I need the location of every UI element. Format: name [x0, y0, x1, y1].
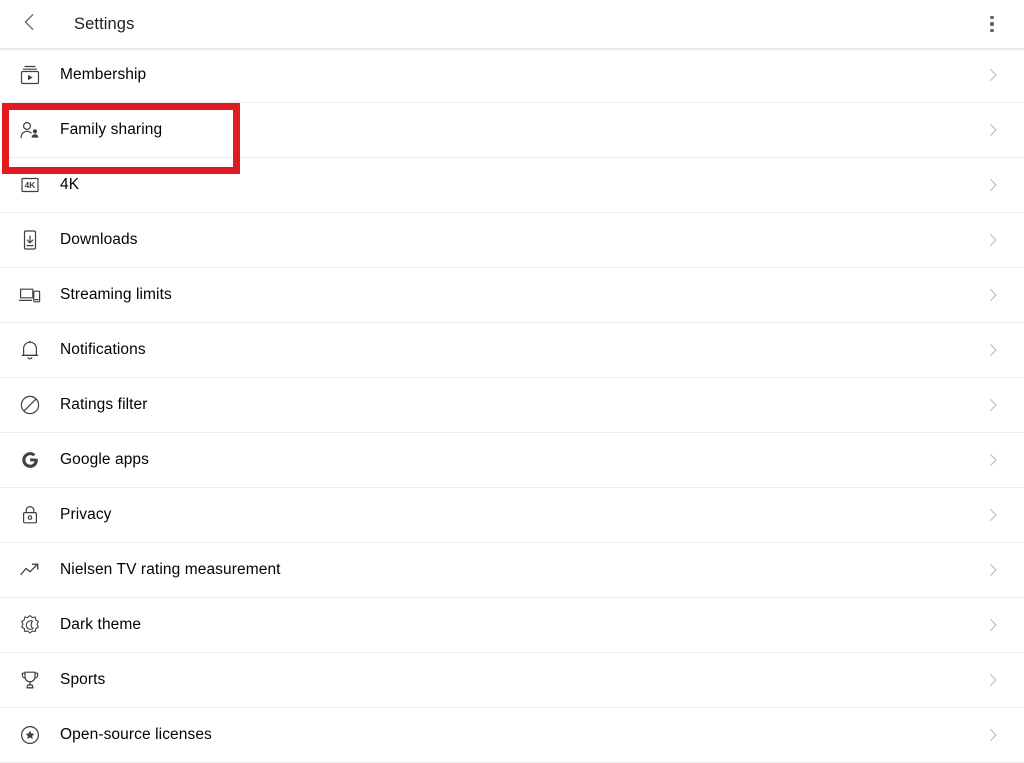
settings-row-privacy[interactable]: Privacy [0, 488, 1024, 543]
settings-row-membership[interactable]: Membership [0, 48, 1024, 103]
settings-row-label: Ratings filter [60, 396, 148, 413]
svg-text:4K: 4K [25, 180, 36, 190]
settings-row-label: Notifications [60, 341, 146, 358]
chevron-right-icon[interactable] [984, 176, 1002, 194]
chevron-right-icon[interactable] [984, 286, 1002, 304]
overflow-menu-button[interactable] [968, 0, 1016, 48]
chevron-right-icon[interactable] [984, 561, 1002, 579]
phone-download-icon [17, 227, 43, 253]
membership-card-icon [17, 62, 43, 88]
google-g-icon [17, 447, 43, 473]
trophy-icon [17, 667, 43, 693]
settings-row-label: Sports [60, 671, 106, 688]
chevron-right-icon[interactable] [984, 231, 1002, 249]
settings-row-notifications[interactable]: Notifications [0, 323, 1024, 378]
chevron-right-icon[interactable] [984, 506, 1002, 524]
chevron-right-icon[interactable] [984, 451, 1002, 469]
settings-row-4k[interactable]: 4K 4K [0, 158, 1024, 213]
settings-row-google-apps[interactable]: Google apps [0, 433, 1024, 488]
settings-row-label: Family sharing [60, 121, 163, 138]
bell-icon [17, 337, 43, 363]
chevron-right-icon[interactable] [984, 396, 1002, 414]
settings-row-downloads[interactable]: Downloads [0, 213, 1024, 268]
settings-row-sports[interactable]: Sports [0, 653, 1024, 708]
chevron-left-icon [19, 11, 41, 38]
settings-row-nielsen[interactable]: Nielsen TV rating measurement [0, 543, 1024, 598]
block-circle-icon [17, 392, 43, 418]
chevron-right-icon[interactable] [984, 616, 1002, 634]
lock-icon [17, 502, 43, 528]
settings-row-label: Streaming limits [60, 286, 172, 303]
settings-row-label: Dark theme [60, 616, 142, 633]
brightness-moon-icon [17, 612, 43, 638]
settings-list: Membership Family sharing 4K 4K Download… [0, 48, 1024, 763]
settings-row-label: 4K [60, 176, 80, 193]
settings-row-label: Membership [60, 66, 147, 83]
four-k-badge-icon: 4K [17, 172, 43, 198]
trending-up-icon [17, 557, 43, 583]
chevron-right-icon[interactable] [984, 671, 1002, 689]
settings-row-dark-theme[interactable]: Dark theme [0, 598, 1024, 653]
settings-row-streaming-limits[interactable]: Streaming limits [0, 268, 1024, 323]
chevron-right-icon[interactable] [984, 726, 1002, 744]
settings-row-label: Downloads [60, 231, 138, 248]
settings-row-label: Google apps [60, 451, 149, 468]
settings-row-label: Privacy [60, 506, 112, 523]
settings-row-ratings-filter[interactable]: Ratings filter [0, 378, 1024, 433]
page-title: Settings [74, 14, 135, 33]
devices-icon [17, 282, 43, 308]
app-header: Settings [0, 0, 1024, 48]
more-vertical-icon [990, 14, 994, 34]
family-people-icon [17, 117, 43, 143]
settings-row-family-sharing[interactable]: Family sharing [0, 103, 1024, 158]
settings-row-label: Nielsen TV rating measurement [60, 561, 281, 578]
star-circle-icon [17, 722, 43, 748]
back-button[interactable] [6, 0, 54, 48]
settings-row-label: Open-source licenses [60, 726, 212, 743]
chevron-right-icon[interactable] [984, 121, 1002, 139]
settings-row-open-source-licenses[interactable]: Open-source licenses [0, 708, 1024, 763]
chevron-right-icon[interactable] [984, 66, 1002, 84]
chevron-right-icon[interactable] [984, 341, 1002, 359]
